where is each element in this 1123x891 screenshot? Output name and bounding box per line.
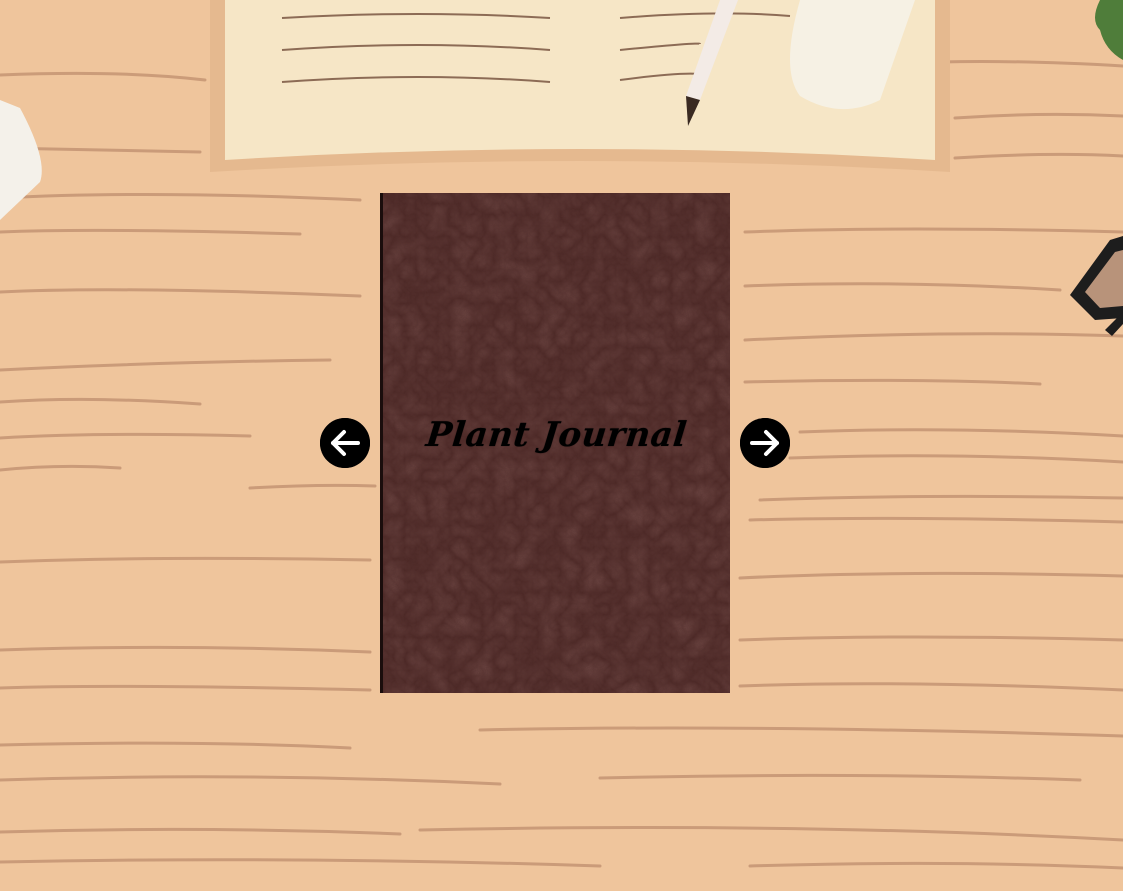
arrow-right-icon	[740, 418, 790, 468]
journal-cover[interactable]: Plant Journal	[380, 193, 730, 693]
notebook-illustration	[210, 0, 950, 172]
next-page-button[interactable]	[740, 418, 790, 468]
desk-scene: Plant Journal	[0, 0, 1123, 891]
arrow-left-icon	[320, 418, 370, 468]
previous-page-button[interactable]	[320, 418, 370, 468]
journal-title: Plant Journal	[424, 415, 689, 455]
